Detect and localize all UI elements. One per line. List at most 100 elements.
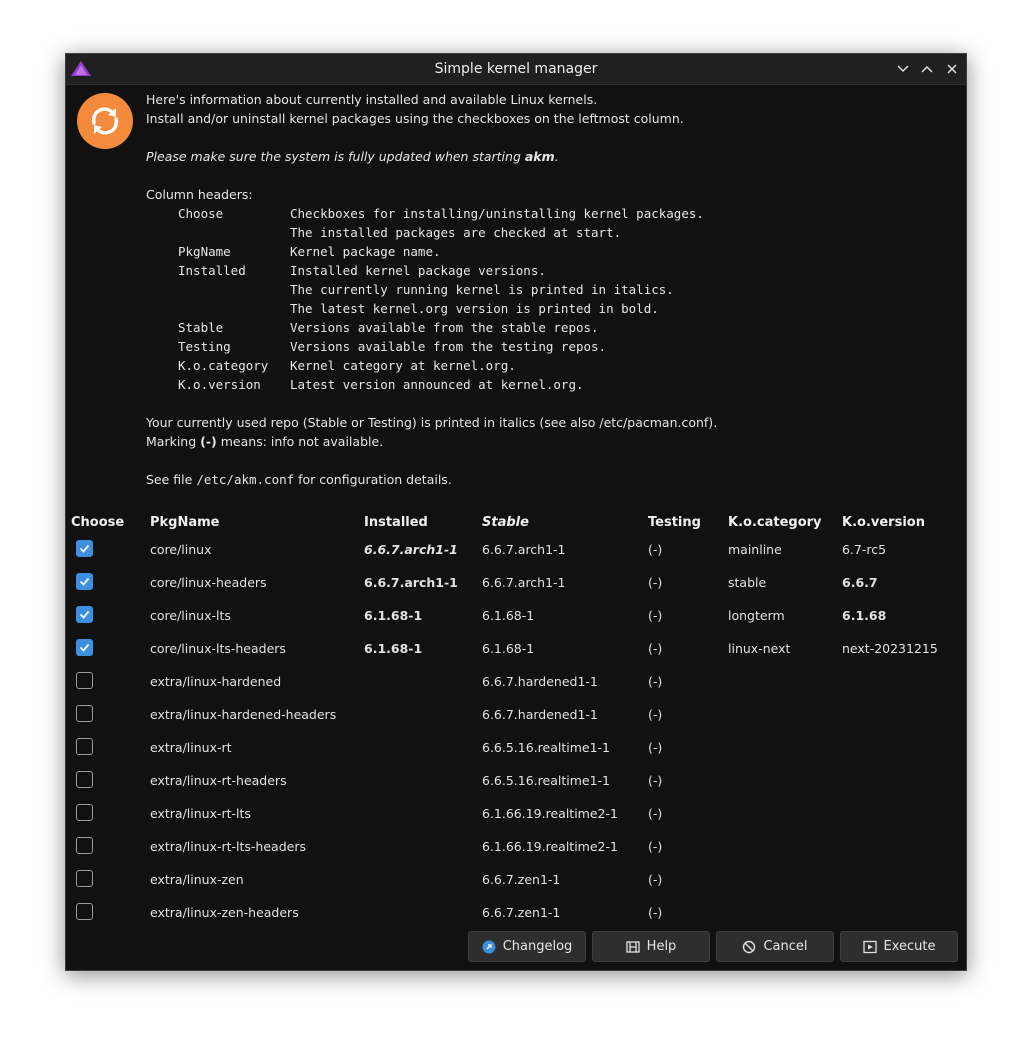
table-row[interactable]: core/linux-headers 6.6.7.arch1-1 6.6.7.arc… (66, 566, 966, 599)
header-installed[interactable]: Installed (364, 513, 428, 532)
cell-ko-category: longterm (728, 608, 785, 623)
cell-testing: (-) (648, 773, 663, 788)
minimize-button[interactable] (893, 59, 913, 79)
cell-testing: (-) (648, 740, 663, 755)
table-row[interactable]: core/linux-lts 6.1.68-1 6.1.68-1 (-) longter… (66, 599, 966, 632)
choose-checkbox[interactable] (76, 771, 93, 788)
maximize-button[interactable] (917, 59, 937, 79)
cell-stable: 6.6.7.zen1-1 (482, 905, 561, 920)
col-desc-name: PkgName (178, 244, 231, 259)
cell-stable: 6.1.68-1 (482, 608, 535, 623)
cell-installed: 6.1.68-1 (364, 608, 423, 623)
cell-pkgname: extra/linux-rt (150, 740, 232, 755)
cell-stable: 6.6.7.arch1-1 (482, 542, 566, 557)
cancel-icon (742, 940, 756, 954)
col-desc-text: The latest kernel.org version is printed… (290, 301, 659, 316)
cell-pkgname: extra/linux-zen (150, 872, 244, 887)
col-desc-name: Testing (178, 339, 231, 354)
header-ko-category[interactable]: K.o.category (728, 513, 822, 532)
col-desc-text: Versions available from the testing repo… (290, 339, 607, 354)
update-note: Please make sure the system is fully upd… (146, 147, 559, 166)
repo-note: Your currently used repo (Stable or Test… (146, 415, 718, 430)
table-row[interactable]: core/linux 6.6.7.arch1-1 6.6.7.arch1-1 (-) m… (66, 533, 966, 566)
cell-ko-version: next-20231215 (842, 641, 938, 656)
choose-checkbox[interactable] (76, 804, 93, 821)
table-row[interactable]: extra/linux-rt-lts 6.1.66.19.realtime2-1 (… (66, 797, 966, 830)
col-desc-text: Versions available from the stable repos… (290, 320, 599, 335)
header-pkgname[interactable]: PkgName (150, 513, 220, 532)
cell-pkgname: extra/linux-rt-headers (150, 773, 287, 788)
globe-icon (482, 940, 496, 954)
update-note-suffix: . (554, 149, 559, 164)
execute-button[interactable]: Execute (840, 931, 958, 962)
column-headers-title: Column headers: (146, 187, 253, 202)
table-row[interactable]: extra/linux-hardened-headers 6.6.7.harden… (66, 698, 966, 731)
col-desc-name: Installed (178, 263, 246, 278)
cell-testing: (-) (648, 641, 663, 656)
marking-symbol: (-) (200, 434, 217, 449)
cell-pkgname: extra/linux-hardened-headers (150, 707, 337, 722)
choose-checkbox[interactable] (76, 639, 93, 656)
col-desc-name: Choose (178, 206, 224, 221)
choose-checkbox[interactable] (76, 672, 93, 689)
header-choose[interactable]: Choose (71, 513, 124, 532)
checkmark-icon (79, 643, 90, 652)
col-desc-name: Stable (178, 320, 224, 335)
col-desc-text: The installed packages are checked at st… (290, 225, 622, 240)
choose-checkbox[interactable] (76, 540, 93, 557)
col-desc-text: Kernel package name. (290, 244, 441, 259)
cell-stable: 6.1.66.19.realtime2-1 (482, 806, 618, 821)
cancel-button[interactable]: Cancel (716, 931, 834, 962)
choose-checkbox[interactable] (76, 837, 93, 854)
config-prefix: See file (146, 472, 197, 487)
header-testing[interactable]: Testing (648, 513, 701, 532)
choose-checkbox[interactable] (76, 903, 93, 920)
changelog-button[interactable]: Changelog (468, 931, 586, 962)
config-note: See file /etc/akm.conf for configuration… (146, 470, 452, 489)
table-row[interactable]: extra/linux-rt-headers 6.6.5.16.realtime1… (66, 764, 966, 797)
table-row[interactable]: extra/linux-zen 6.6.7.zen1-1 (-) (66, 863, 966, 896)
header-stable[interactable]: Stable (482, 513, 529, 532)
choose-checkbox[interactable] (76, 870, 93, 887)
cell-ko-category: mainline (728, 542, 782, 557)
help-button[interactable]: Help (592, 931, 710, 962)
cell-ko-version: 6.7-rc5 (842, 542, 887, 557)
table-row[interactable]: extra/linux-rt-lts-headers 6.1.66.19.real… (66, 830, 966, 863)
marking-suffix: means: info not available. (216, 434, 384, 449)
cell-pkgname: extra/linux-zen-headers (150, 905, 299, 920)
cell-testing: (-) (648, 905, 663, 920)
cell-pkgname: core/linux-lts-headers (150, 641, 286, 656)
config-file: /etc/akm.conf (196, 472, 295, 487)
window-title: Simple kernel manager (434, 61, 598, 77)
cell-pkgname: extra/linux-rt-lts (150, 806, 251, 821)
choose-checkbox[interactable] (76, 606, 93, 623)
marking-prefix: Marking (146, 434, 201, 449)
choose-checkbox[interactable] (76, 705, 93, 722)
checkmark-icon (79, 577, 90, 586)
table-row[interactable]: extra/linux-hardened 6.6.7.hardened1-1 (-) (66, 665, 966, 698)
cell-testing: (-) (648, 872, 663, 887)
checkmark-icon (79, 610, 90, 619)
info-line-2: Install and/or uninstall kernel packages… (146, 111, 684, 126)
main-window: Simple kernel manager Here's information… (65, 53, 967, 971)
cell-pkgname: core/linux (150, 542, 212, 557)
col-desc-name: K.o.category (178, 358, 269, 373)
table-row[interactable]: core/linux-lts-headers 6.1.68-1 6.1.68-1 (-… (66, 632, 966, 665)
close-button[interactable] (942, 59, 962, 79)
choose-checkbox[interactable] (76, 573, 93, 590)
cell-ko-version: 6.6.7 (842, 575, 878, 590)
choose-checkbox[interactable] (76, 738, 93, 755)
cancel-label: Cancel (763, 939, 808, 954)
cell-testing: (-) (648, 806, 663, 821)
table-row[interactable]: extra/linux-zen-headers 6.6.7.zen1-1 (-) (66, 896, 966, 929)
info-line-1: Here's information about currently insta… (146, 92, 598, 107)
col-desc-text: Checkboxes for installing/uninstalling k… (290, 206, 704, 221)
cell-stable: 6.6.7.hardened1-1 (482, 707, 598, 722)
titlebar[interactable]: Simple kernel manager (66, 54, 966, 85)
changelog-label: Changelog (502, 939, 573, 954)
cell-testing: (-) (648, 707, 663, 722)
table-row[interactable]: extra/linux-rt 6.6.5.16.realtime1-1 (-) (66, 731, 966, 764)
cell-stable: 6.6.7.zen1-1 (482, 872, 561, 887)
header-ko-version[interactable]: K.o.version (842, 513, 925, 532)
cell-pkgname: core/linux-headers (150, 575, 267, 590)
